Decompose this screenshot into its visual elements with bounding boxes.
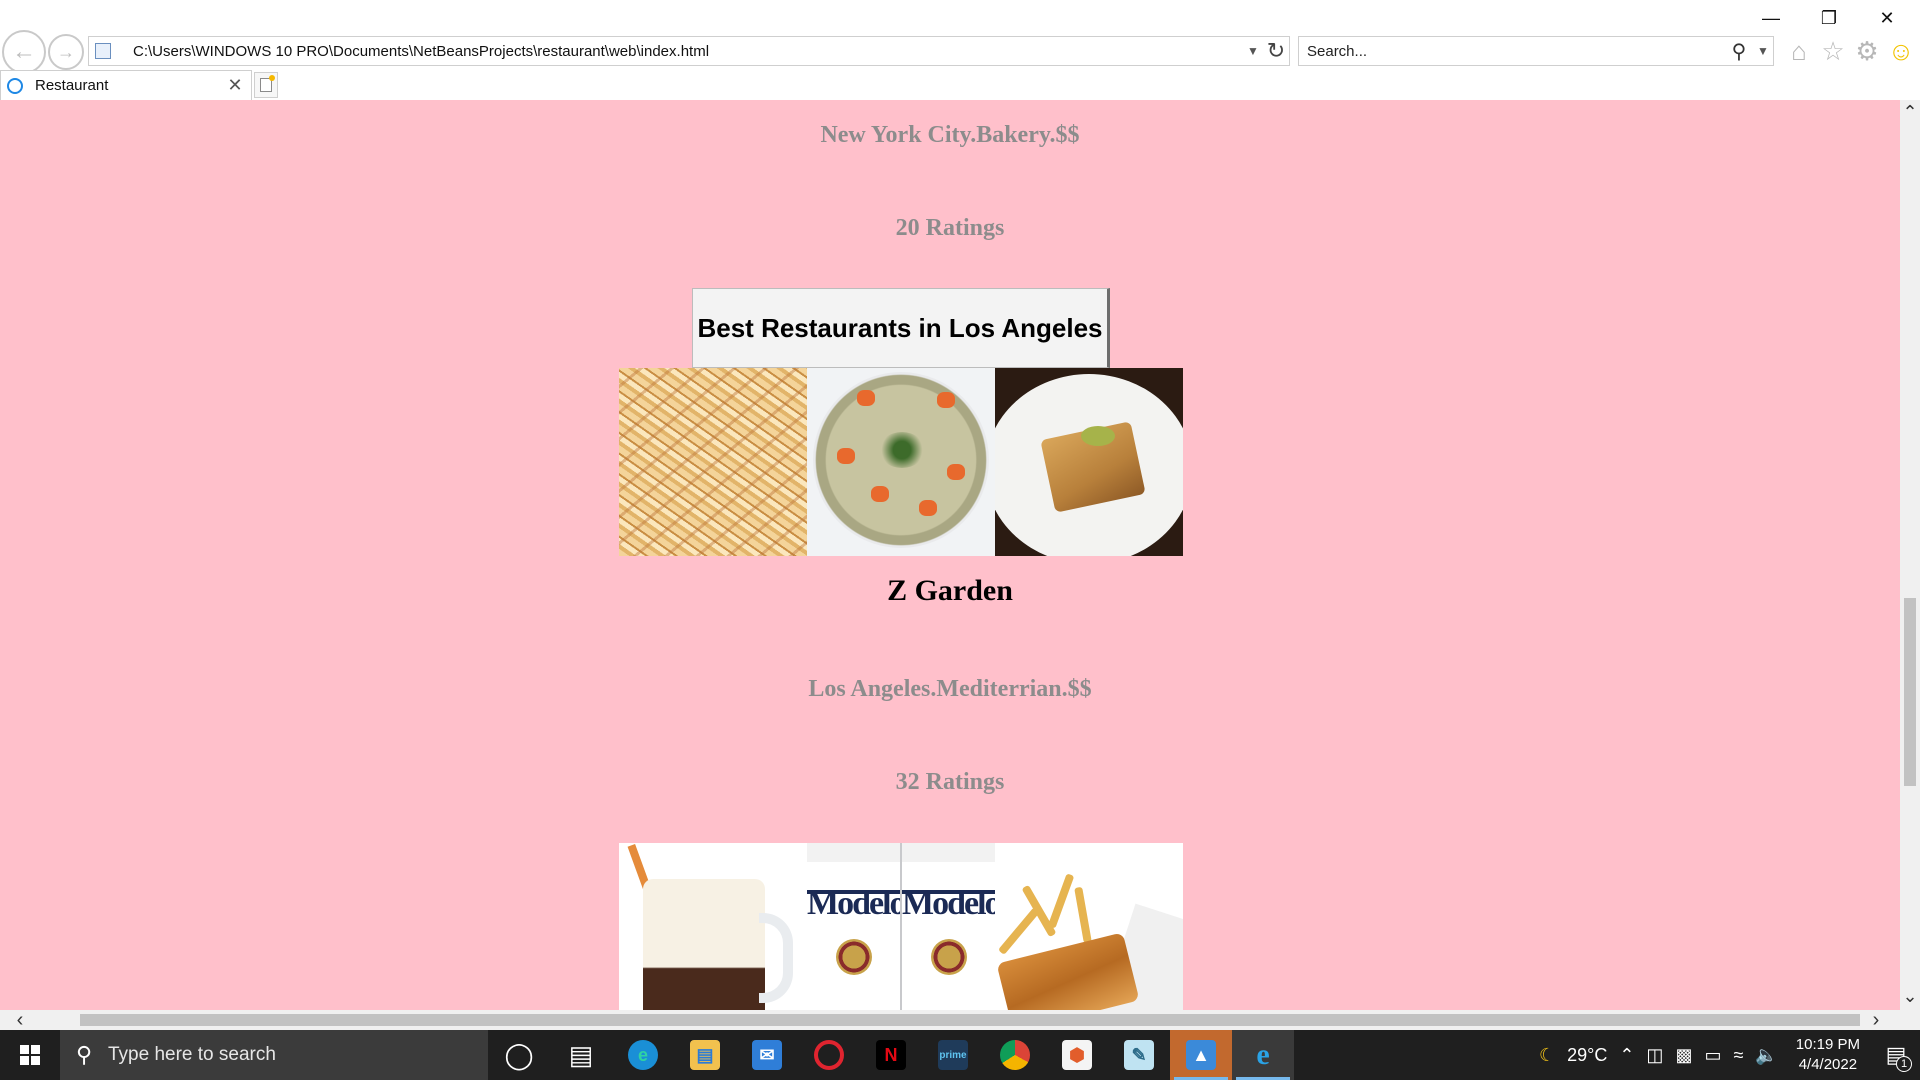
- display-icon[interactable]: ▩: [1669, 1045, 1698, 1066]
- restore-button[interactable]: ❐: [1806, 4, 1852, 32]
- search-box[interactable]: ⚲ ▼: [1298, 36, 1774, 66]
- page-icon: [95, 43, 111, 59]
- taskbar-search-input[interactable]: [108, 1044, 488, 1066]
- chevron-down-icon[interactable]: ▼: [1753, 44, 1773, 58]
- food-gallery: [619, 368, 1183, 556]
- file-explorer-icon[interactable]: ▤: [674, 1030, 736, 1080]
- edge-icon[interactable]: e: [612, 1030, 674, 1080]
- opera-icon[interactable]: [798, 1030, 860, 1080]
- new-tab-icon: [260, 75, 275, 92]
- tab-label: Restaurant: [35, 77, 109, 94]
- forward-button[interactable]: →: [48, 34, 84, 70]
- page-viewport: New York City.Bakery.$$ 20 Ratings Best …: [0, 100, 1900, 1010]
- start-button[interactable]: [0, 1030, 60, 1080]
- weather-icon[interactable]: ☾: [1533, 1045, 1561, 1066]
- best-restaurants-button[interactable]: Best Restaurants in Los Angeles: [692, 288, 1110, 368]
- clock[interactable]: 10:19 PM 4/4/2022: [1784, 1035, 1872, 1075]
- arrow-right-icon: →: [57, 41, 75, 62]
- battery-icon[interactable]: ▭: [1698, 1045, 1727, 1066]
- chevron-up-icon[interactable]: ⌃: [1900, 102, 1920, 122]
- windows-icon: [20, 1045, 40, 1065]
- close-window-button[interactable]: ✕: [1864, 4, 1910, 32]
- prime-video-icon[interactable]: prime: [922, 1030, 984, 1080]
- tab-restaurant[interactable]: Restaurant ✕: [0, 70, 252, 100]
- browser-toolbar: — ❐ ✕ ← → C:\Users\WINDOWS 10 PRO\Docume…: [0, 0, 1920, 100]
- arrow-left-icon: ←: [12, 38, 36, 65]
- soup-image: [807, 368, 995, 556]
- task-view-icon[interactable]: ▤: [550, 1030, 612, 1080]
- address-url[interactable]: C:\Users\WINDOWS 10 PRO\Documents\NetBea…: [133, 43, 1243, 60]
- baklava-image: [995, 368, 1183, 556]
- meet-now-icon[interactable]: ◫: [1640, 1045, 1669, 1066]
- notification-count: 1: [1896, 1056, 1912, 1072]
- chevron-down-icon[interactable]: ⌄: [1900, 986, 1920, 1006]
- food-gallery: Modelo Modelo: [619, 843, 1183, 1010]
- back-button[interactable]: ←: [2, 30, 46, 74]
- search-icon: ⚲: [75, 1042, 93, 1067]
- wifi-icon[interactable]: ≈: [1727, 1045, 1749, 1066]
- sandwich-image: [995, 843, 1183, 1010]
- chevron-right-icon[interactable]: ›: [1866, 1010, 1886, 1030]
- notification-icon[interactable]: ▤ 1: [1872, 1030, 1920, 1080]
- system-tray: ☾ 29°C ⌃ ◫ ▩ ▭ ≈ 🔈 10:19 PM 4/4/2022 ▤ 1: [1533, 1030, 1920, 1080]
- chrome-icon[interactable]: [984, 1030, 1046, 1080]
- fries-image: [619, 368, 807, 556]
- restaurant-info: Los Angeles.Mediterrian.$$: [808, 676, 1092, 702]
- ie-icon: [7, 77, 23, 94]
- internet-explorer-icon[interactable]: e: [1232, 1030, 1294, 1080]
- minimize-button[interactable]: —: [1748, 4, 1794, 32]
- root-beer-float-image: [619, 843, 807, 1010]
- can-label: Modelo: [807, 885, 907, 922]
- clock-time: 10:19 PM: [1795, 1036, 1860, 1053]
- search-icon[interactable]: ⚲: [1725, 39, 1753, 64]
- app-cube-icon[interactable]: ⬢: [1046, 1030, 1108, 1080]
- volume-icon[interactable]: 🔈: [1749, 1045, 1783, 1066]
- scroll-thumb[interactable]: [80, 1014, 1860, 1026]
- beer-cans-image: Modelo Modelo: [807, 843, 995, 1010]
- temperature[interactable]: 29°C: [1561, 1045, 1613, 1066]
- chevron-down-icon[interactable]: ▼: [1243, 44, 1263, 58]
- can-label: Modelo: [902, 885, 995, 922]
- horizontal-scrollbar[interactable]: ‹ ›: [0, 1010, 1900, 1030]
- restaurant-ratings: 20 Ratings: [895, 215, 1005, 241]
- restaurant-info: New York City.Bakery.$$: [820, 122, 1080, 148]
- home-icon[interactable]: ⌂: [1784, 36, 1814, 66]
- vertical-scrollbar[interactable]: ⌃ ⌄: [1900, 100, 1920, 1010]
- photos-icon[interactable]: ▲: [1170, 1030, 1232, 1080]
- chevron-left-icon[interactable]: ‹: [10, 1010, 30, 1030]
- star-icon[interactable]: ☆: [1818, 36, 1848, 66]
- netflix-icon[interactable]: N: [860, 1030, 922, 1080]
- gear-icon[interactable]: ⚙: [1852, 36, 1882, 66]
- restaurant-ratings: 32 Ratings: [895, 769, 1005, 795]
- restaurant-name: Z Garden: [887, 574, 1013, 607]
- refresh-icon[interactable]: ↻: [1263, 37, 1289, 65]
- taskbar-search[interactable]: ⚲: [60, 1030, 488, 1080]
- clock-date: 4/4/2022: [1798, 1056, 1858, 1073]
- scroll-thumb[interactable]: [1904, 598, 1916, 786]
- chevron-up-icon[interactable]: ⌃: [1613, 1045, 1640, 1066]
- smiley-icon[interactable]: ☺: [1886, 36, 1916, 66]
- notes-app-icon[interactable]: ✎: [1108, 1030, 1170, 1080]
- scrollbar-corner: [1900, 1010, 1920, 1030]
- new-tab-button[interactable]: [254, 72, 278, 98]
- taskbar: ⚲ ◯ ▤ e ▤ ✉ N prime ⬢ ✎ ▲ e ☾ 29°C ⌃ ◫ ▩…: [0, 1030, 1920, 1080]
- close-icon[interactable]: ✕: [225, 75, 245, 96]
- cortana-icon[interactable]: ◯: [488, 1030, 550, 1080]
- address-bar[interactable]: C:\Users\WINDOWS 10 PRO\Documents\NetBea…: [88, 36, 1290, 66]
- search-input[interactable]: [1307, 42, 1725, 60]
- mail-icon[interactable]: ✉: [736, 1030, 798, 1080]
